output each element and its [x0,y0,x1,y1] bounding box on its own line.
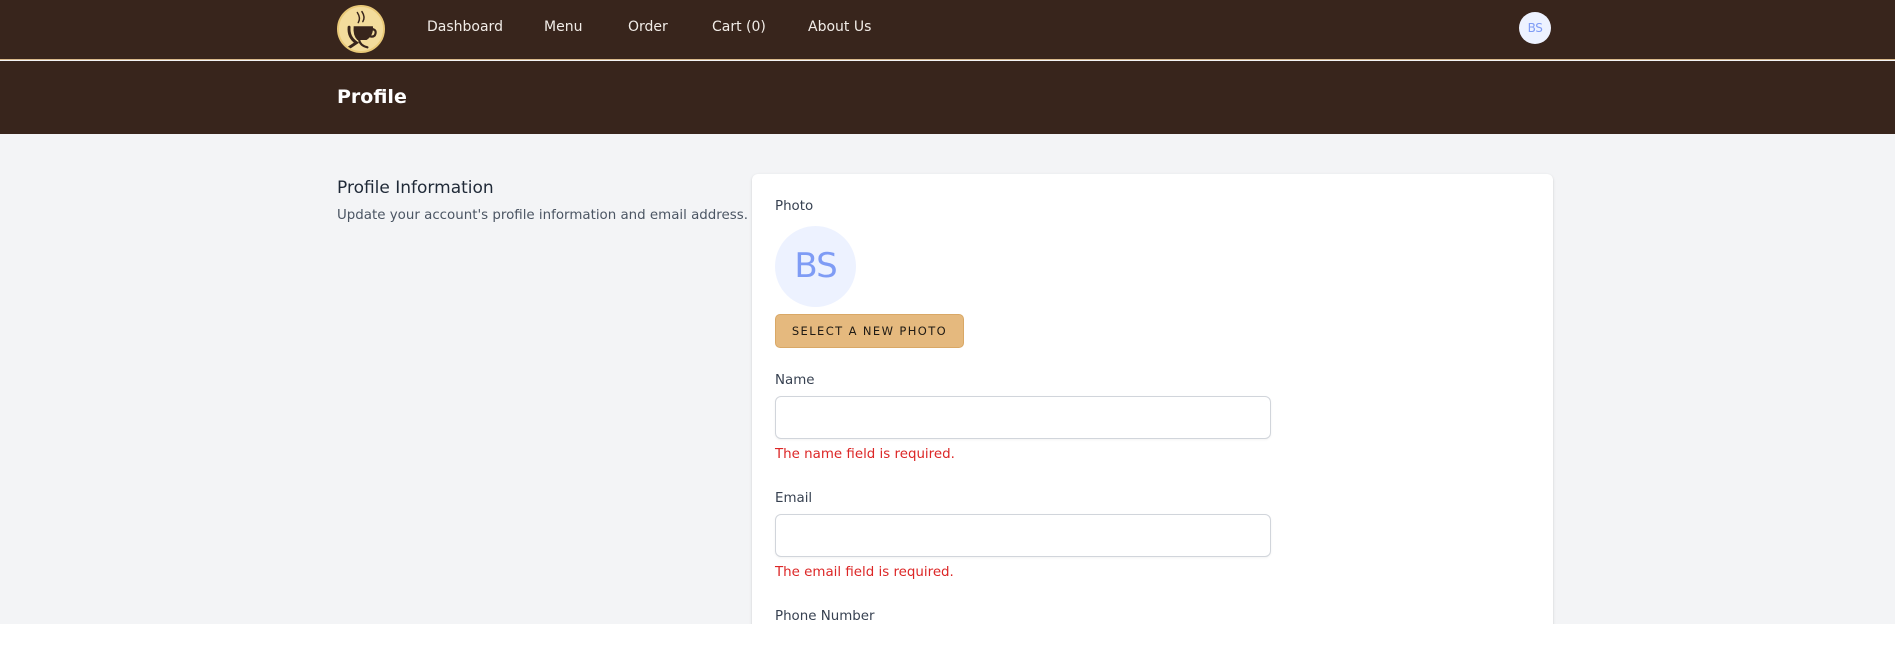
nav-item-cart[interactable]: Cart (0) [712,19,766,36]
profile-section-title: Profile Information [337,178,494,198]
name-error-message: The name field is required. [775,447,955,462]
name-label: Name [775,373,815,388]
phone-number-label: Phone Number [775,609,875,624]
photo-label: Photo [775,199,814,214]
name-input[interactable] [775,396,1271,439]
page-header: Profile [0,61,1895,134]
profile-form-card: Photo BS Select a New Photo Name The nam… [752,174,1553,624]
nav-item-menu[interactable]: Menu [544,19,582,36]
profile-photo-avatar: BS [775,226,856,307]
user-avatar-button[interactable]: BS [1519,12,1551,44]
select-new-photo-button[interactable]: Select a New Photo [775,314,964,348]
top-navigation-bar: Dashboard Menu Order Cart (0) About Us B… [0,0,1895,60]
email-error-message: The email field is required. [775,565,954,580]
page-title: Profile [337,86,407,108]
coffee-cup-logo-icon[interactable] [337,5,385,53]
app-viewport: Dashboard Menu Order Cart (0) About Us B… [0,0,1895,624]
email-input[interactable] [775,514,1271,557]
email-label: Email [775,491,813,506]
nav-item-dashboard[interactable]: Dashboard [427,19,503,36]
nav-item-order[interactable]: Order [628,19,668,36]
nav-item-about-us[interactable]: About Us [808,19,871,36]
profile-section-description: Update your account's profile informatio… [337,208,748,223]
